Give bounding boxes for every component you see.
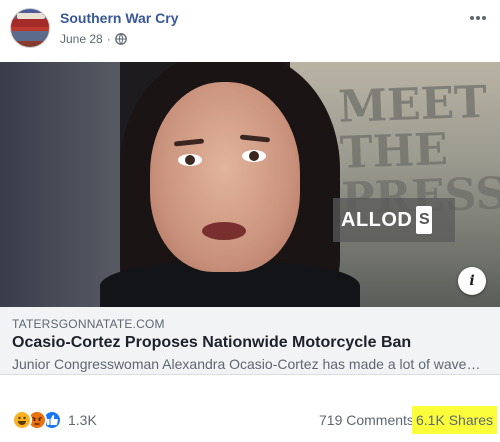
watermark-text: ALLOD (341, 208, 413, 231)
ellipsis-icon[interactable] (468, 10, 488, 26)
comments-count-link[interactable]: 719 Comments (319, 412, 414, 428)
post-header: Southern War Cry June 28 · (0, 0, 500, 60)
page-avatar[interactable] (10, 8, 50, 48)
reactions-summary[interactable]: 1.3K (12, 410, 97, 430)
post-date[interactable]: June 28 (60, 32, 103, 46)
page-name-link[interactable]: Southern War Cry (60, 10, 179, 26)
watermark-logo: ALLOD S (333, 198, 455, 242)
eyebrow (239, 134, 271, 143)
link-preview[interactable]: TATERSGONNATATE.COM Ocasio-Cortez Propos… (0, 307, 500, 375)
post-meta: June 28 · (60, 32, 127, 46)
meta-separator: · (106, 32, 111, 46)
facebook-post: Southern War Cry June 28 · MEET THE PRESS (0, 0, 500, 442)
eye (178, 154, 202, 166)
post-footer: 1.3K 719 Comments 6.1K Shares (0, 400, 500, 440)
shares-count-link[interactable]: 6.1K Shares (412, 406, 498, 434)
info-icon[interactable]: i (458, 267, 486, 295)
reaction-count: 1.3K (68, 412, 97, 428)
haha-reaction-icon (12, 410, 32, 430)
globe-icon[interactable] (114, 33, 127, 45)
person-face (150, 82, 300, 272)
avatar-stripe (11, 31, 49, 41)
link-domain: TATERSGONNATATE.COM (12, 317, 165, 331)
eye (242, 150, 266, 162)
link-description: Junior Congresswoman Alexandra Ocasio-Co… (12, 356, 481, 372)
image-background (0, 62, 120, 307)
link-title: Ocasio-Cortez Proposes Nationwide Motorc… (12, 334, 412, 351)
watermark-badge: S (416, 206, 433, 234)
mouth (202, 222, 246, 240)
avatar-stripe (11, 19, 49, 27)
eyebrow (173, 138, 205, 147)
post-image[interactable]: MEET THE PRESS ALLOD S i (0, 62, 500, 307)
